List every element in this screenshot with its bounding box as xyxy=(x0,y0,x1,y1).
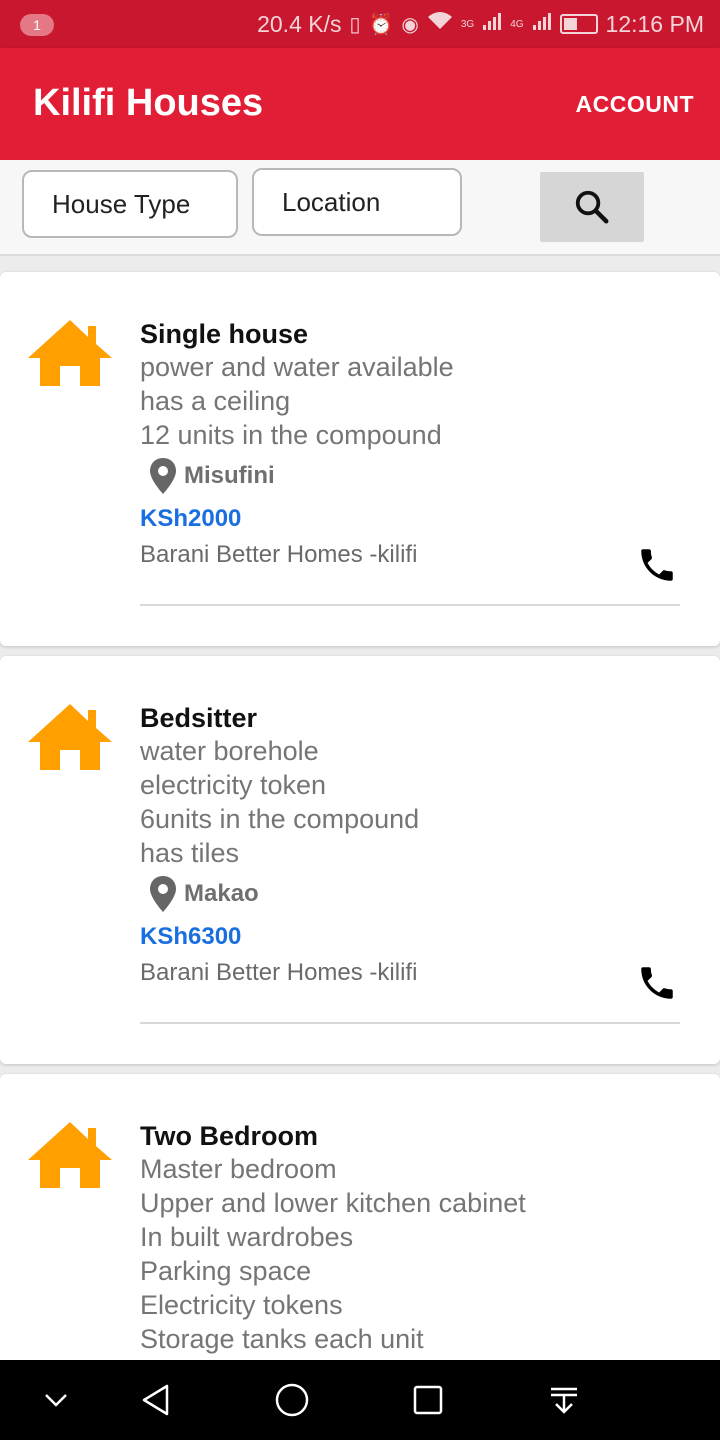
chevron-down-icon xyxy=(45,1394,67,1407)
account-button[interactable]: ACCOUNT xyxy=(576,91,695,118)
listing-price: KSh6300 xyxy=(140,923,242,950)
search-button[interactable] xyxy=(540,172,644,242)
notification-badge: 1 xyxy=(20,14,54,36)
nav-notification-pull-button[interactable] xyxy=(542,1378,586,1422)
listing-description: 12 units in the compound xyxy=(140,420,442,450)
listing-description: Electricity tokens xyxy=(140,1290,343,1320)
filter-bar: House Type Location xyxy=(0,160,720,256)
network-speed: 20.4 K/s xyxy=(257,10,342,37)
search-icon xyxy=(575,190,609,224)
location-filter[interactable]: Location xyxy=(252,168,462,236)
wifi-icon xyxy=(427,11,453,37)
listing-details: Single house power and water available h… xyxy=(140,318,680,570)
nav-hide-button[interactable] xyxy=(34,1378,78,1422)
vibrate-icon: ▯ xyxy=(349,13,361,36)
listing-card[interactable]: Two Bedroom Master bedroom Upper and low… xyxy=(0,1074,720,1374)
listing-details: Bedsitter water borehole electricity tok… xyxy=(140,702,680,988)
house-icon xyxy=(28,1122,112,1188)
location-name: Misufini xyxy=(184,462,275,489)
battery-icon xyxy=(559,14,598,34)
listing-card[interactable]: Bedsitter water borehole electricity tok… xyxy=(0,656,720,1064)
house-icon xyxy=(28,704,112,770)
divider xyxy=(140,604,680,606)
listing-description: has tiles xyxy=(140,838,240,868)
listing-description: Storage tanks each unit xyxy=(140,1324,424,1354)
location-pin-icon xyxy=(150,458,176,494)
listing-description: In built wardrobes xyxy=(140,1222,354,1252)
location-name: Makao xyxy=(184,880,259,907)
phone-icon[interactable] xyxy=(636,962,678,1004)
listing-description: 6units in the compound xyxy=(140,804,420,834)
listing-description: Master bedroom xyxy=(140,1154,337,1184)
divider xyxy=(140,1022,680,1024)
signal-icon-2 xyxy=(532,11,552,37)
signal-icon xyxy=(482,11,502,37)
location-pin-icon xyxy=(150,876,176,912)
back-triangle-icon xyxy=(142,1384,169,1416)
listing-details: Two Bedroom Master bedroom Upper and low… xyxy=(140,1120,680,1356)
listing-title: Bedsitter xyxy=(140,703,258,733)
listing-description: Parking space xyxy=(140,1256,312,1286)
listing-description: water borehole xyxy=(140,736,319,766)
house-type-filter[interactable]: House Type xyxy=(22,170,238,238)
status-bar: 1 20.4 K/s ▯ ⏰ ◉ 3G 4G 12:16 PM xyxy=(0,0,720,48)
nav-home-button[interactable] xyxy=(270,1378,314,1422)
recents-square-icon xyxy=(413,1385,443,1415)
pull-down-icon xyxy=(551,1387,577,1414)
listing-price: KSh2000 xyxy=(140,505,242,532)
phone-icon[interactable] xyxy=(636,544,678,586)
navigation-bar xyxy=(0,1360,720,1440)
signal-3g-label: 3G xyxy=(460,18,475,30)
clock: 12:16 PM xyxy=(605,10,704,37)
home-circle-icon xyxy=(275,1383,309,1417)
alarm-icon: ⏰ xyxy=(368,13,394,36)
listing-description: Upper and lower kitchen cabinet xyxy=(140,1188,526,1218)
listing-title: Single house xyxy=(140,319,309,349)
location-row: Makao xyxy=(148,872,680,916)
app-title: Kilifi Houses xyxy=(33,82,264,124)
eye-icon: ◉ xyxy=(401,13,419,36)
listing-card[interactable]: Single house power and water available h… xyxy=(0,272,720,646)
listing-title: Two Bedroom xyxy=(140,1121,318,1151)
listing-description: electricity token xyxy=(140,770,327,800)
listing-agent: Barani Better Homes -kilifi xyxy=(140,541,418,568)
nav-back-button[interactable] xyxy=(134,1378,178,1422)
app-bar: Kilifi Houses ACCOUNT xyxy=(0,48,720,160)
signal-4g-label: 4G xyxy=(510,18,524,30)
listing-description: has a ceiling xyxy=(140,386,291,416)
house-icon xyxy=(28,320,112,386)
status-indicators: 20.4 K/s ▯ ⏰ ◉ 3G 4G 12:16 PM xyxy=(257,0,704,48)
listing-agent: Barani Better Homes -kilifi xyxy=(140,959,418,986)
nav-recents-button[interactable] xyxy=(406,1378,450,1422)
listing-description: power and water available xyxy=(140,352,454,382)
location-row: Misufini xyxy=(148,454,680,498)
